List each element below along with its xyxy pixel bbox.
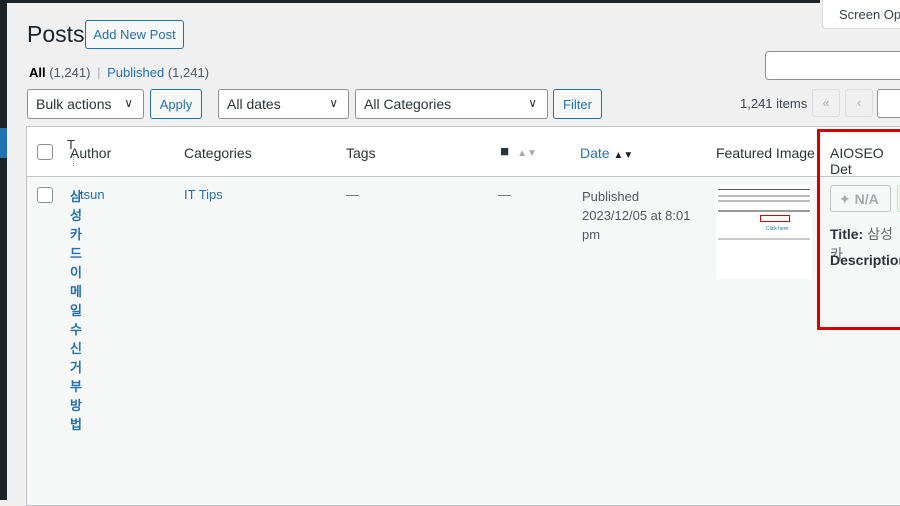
title-char: 방: [70, 398, 82, 413]
filter-all-count: (1,241): [49, 65, 91, 80]
dates-select[interactable]: All dates ∨: [218, 89, 349, 119]
title-char: 신: [70, 341, 82, 356]
bulk-actions-select[interactable]: Bulk actions ∨: [27, 89, 144, 119]
categories-label: All Categories: [364, 96, 452, 112]
categories-select[interactable]: All Categories ∨: [355, 89, 548, 119]
current-page-input[interactable]: [877, 89, 900, 118]
title-char: 일: [70, 303, 82, 318]
chevron-down-icon: ∨: [528, 96, 537, 110]
title-char: 수: [70, 322, 82, 337]
post-status: Published: [582, 189, 640, 204]
title-char: 법: [70, 417, 82, 432]
post-date: 2023/12/05 at 8:01: [582, 208, 691, 223]
apply-button[interactable]: Apply: [150, 89, 202, 119]
posts-table: [26, 126, 900, 506]
add-new-post-button[interactable]: Add New Post: [85, 20, 184, 49]
column-categories: Categories: [184, 145, 252, 161]
items-count: 1,241 items: [740, 96, 808, 111]
aioseo-icon: ✦: [839, 191, 851, 207]
chevron-down-icon: ∨: [329, 96, 338, 110]
post-time: pm: [582, 227, 601, 242]
title-char: 드: [70, 246, 82, 261]
thumb-link-text: Click here: [766, 226, 789, 232]
page-title: Posts: [27, 21, 85, 47]
chevron-down-icon: ∨: [124, 96, 133, 110]
filter-published[interactable]: Published: [107, 65, 164, 80]
title-char: 거: [70, 360, 82, 375]
date-cell: Published 2023/12/05 at 8:01 pm: [582, 187, 690, 244]
sort-arrows-icon: ▲▼: [517, 148, 537, 159]
aioseo-score-badge[interactable]: ✦ N/A: [830, 185, 891, 212]
title-char: 카: [70, 227, 82, 242]
category-link[interactable]: IT Tips: [184, 187, 223, 202]
title-char: 성: [70, 208, 82, 223]
status-filters: All (1,241) | Published (1,241): [29, 65, 209, 80]
admin-sidebar: [0, 0, 7, 500]
filter-all[interactable]: All: [29, 65, 46, 80]
author-link[interactable]: tsun: [80, 187, 105, 202]
comments-value: —: [498, 187, 511, 202]
title-char: 부: [70, 379, 82, 394]
sort-desc-icon: ▲▼: [613, 150, 634, 161]
row-checkbox[interactable]: [37, 187, 53, 203]
column-author: Author: [70, 145, 112, 161]
select-all-checkbox[interactable]: [37, 144, 53, 160]
tags-value: —: [346, 187, 359, 202]
aioseo-score: N/A: [854, 191, 879, 207]
separator: |: [97, 65, 101, 80]
first-page-button[interactable]: «: [812, 89, 840, 117]
sidebar-active-item[interactable]: [0, 128, 7, 158]
column-featured-image: Featured Image: [716, 145, 815, 161]
search-input[interactable]: [765, 51, 900, 80]
title-char: 이: [70, 265, 82, 280]
aioseo-description-label: Description: [830, 252, 900, 268]
aioseo-title-label: Title:: [830, 226, 864, 242]
dates-label: All dates: [227, 96, 281, 112]
post-title-link[interactable]: 삼성카드이메일수신거부방법: [70, 187, 84, 434]
title-char: 메: [70, 284, 82, 299]
filter-published-count: (1,241): [167, 65, 210, 80]
admin-bar: [0, 0, 820, 3]
screen-options-label: Screen Opt: [839, 7, 900, 22]
featured-image-thumbnail[interactable]: Click here: [716, 185, 812, 279]
comment-icon[interactable]: ■ ▲▼: [500, 143, 537, 160]
filter-button[interactable]: Filter: [553, 89, 602, 119]
column-tags: Tags: [346, 145, 376, 161]
bulk-actions-label: Bulk actions: [36, 96, 112, 112]
prev-page-button[interactable]: ‹: [845, 89, 873, 117]
column-date-label: Date: [580, 145, 610, 161]
column-date[interactable]: Date ▲▼: [580, 145, 633, 161]
screen-options-button[interactable]: Screen Opt: [822, 0, 900, 29]
